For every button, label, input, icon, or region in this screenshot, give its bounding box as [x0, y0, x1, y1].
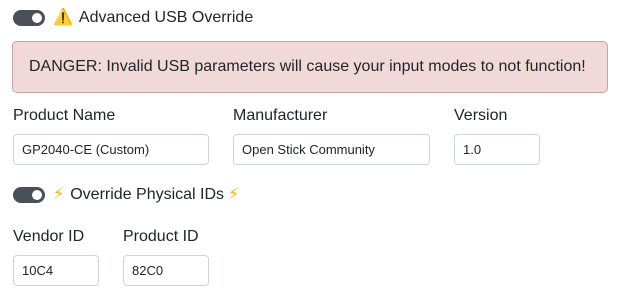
physical-ids-label-group: ⚡ Override Physical IDs ⚡ [53, 186, 239, 204]
physical-ids-toggle[interactable] [13, 187, 45, 203]
manufacturer-group: Manufacturer Open Stick Community [233, 106, 430, 165]
danger-alert-text: DANGER: Invalid USB parameters will caus… [29, 58, 586, 75]
warning-icon: ⚠️ [53, 9, 73, 26]
manufacturer-label: Manufacturer [233, 107, 328, 124]
usb-override-toggle[interactable] [13, 10, 45, 26]
product-id-input[interactable]: 82C0 [123, 255, 209, 286]
toggle-knob [32, 190, 42, 200]
manufacturer-input[interactable]: Open Stick Community [233, 134, 430, 165]
usb-override-label-group: ⚠️ Advanced USB Override [53, 9, 253, 27]
product-name-input[interactable]: GP2040-CE (Custom) [13, 134, 209, 165]
usb-override-label: Advanced USB Override [78, 9, 254, 26]
danger-alert: DANGER: Invalid USB parameters will caus… [12, 41, 608, 93]
product-id-label: Product ID [123, 228, 199, 245]
lightning-icon: ⚡ [228, 186, 240, 203]
lightning-icon: ⚡ [53, 186, 65, 203]
physical-ids-row: ⚡ Override Physical IDs ⚡ [13, 186, 239, 204]
toggle-knob [32, 13, 42, 23]
vendor-id-input[interactable]: 10C4 [13, 255, 99, 286]
physical-ids-label: Override Physical IDs [70, 186, 225, 203]
vendor-id-group: Vendor ID 10C4 [13, 227, 99, 286]
version-label: Version [454, 107, 508, 124]
product-name-label: Product Name [13, 107, 116, 124]
product-id-group: Product ID 82C0 [123, 227, 209, 286]
version-group: Version 1.0 [454, 106, 540, 165]
usb-override-row: ⚠️ Advanced USB Override [13, 9, 253, 27]
version-input[interactable]: 1.0 [454, 134, 540, 165]
product-name-group: Product Name GP2040-CE (Custom) [13, 106, 209, 165]
vendor-id-label: Vendor ID [13, 228, 85, 245]
